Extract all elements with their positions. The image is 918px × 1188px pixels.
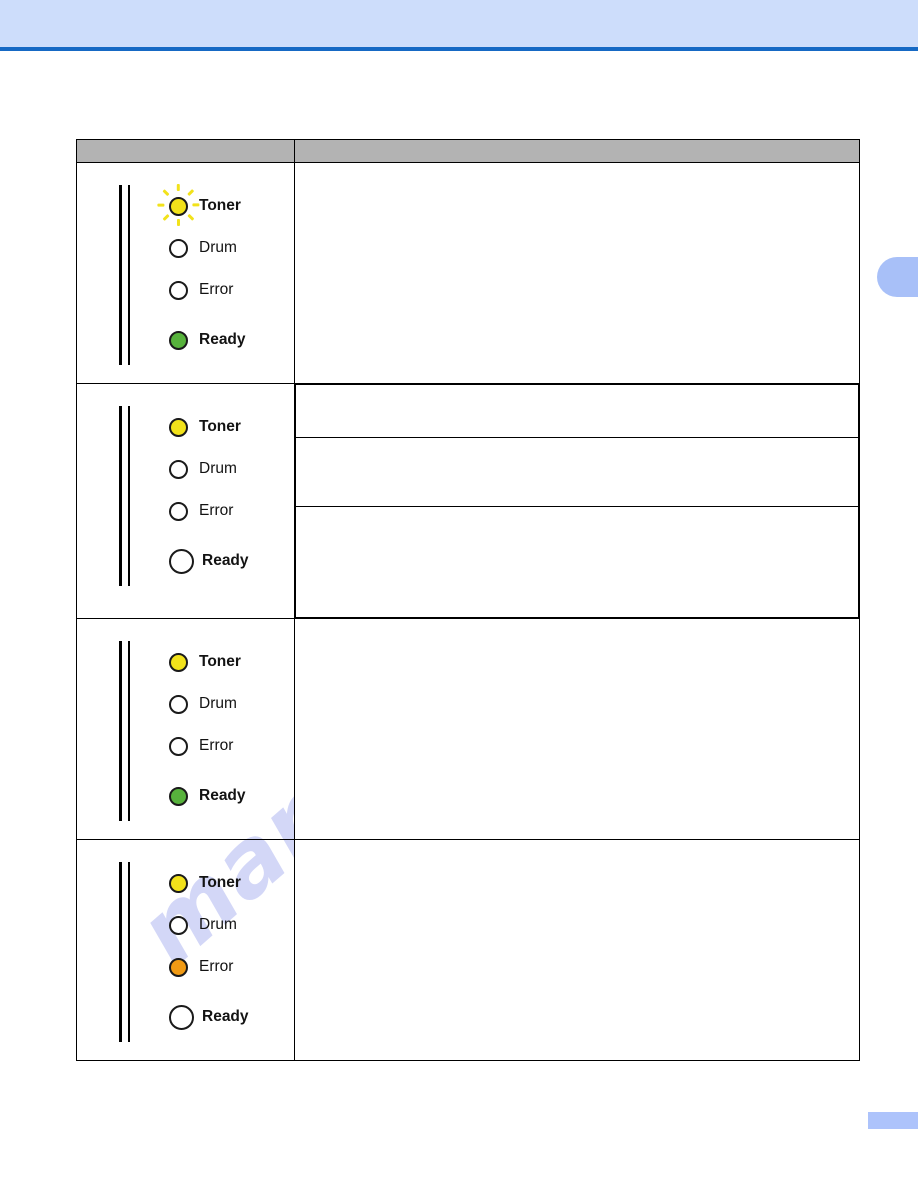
led-indicator-error-icon (169, 736, 188, 756)
panel-edge-outer-line (119, 862, 123, 1042)
led-label: Error (199, 958, 234, 976)
panel-edge-inner-line (128, 406, 130, 586)
description-subcell (295, 506, 859, 618)
printer-control-panel: Toner Drum Error Ready (77, 163, 294, 383)
description-cell (294, 618, 860, 840)
led-list: Toner Drum Error Ready (169, 406, 294, 582)
led-indicator-ready-icon (169, 1004, 194, 1030)
panel-edge-outer-line (119, 185, 123, 365)
led-label: Ready (202, 552, 249, 570)
led-indicator-toner-icon (157, 183, 200, 226)
led-indicator-drum-icon (169, 694, 188, 714)
led-status-table: Toner Drum Error Ready Toner Drum Error Ready To… (76, 139, 860, 1061)
page-header-rule (0, 47, 918, 51)
led-row-error: Error (169, 269, 294, 311)
table-row: Toner Drum Error Ready (76, 162, 860, 384)
description-subcell (295, 384, 859, 438)
printer-control-panel: Toner Drum Error Ready (77, 384, 294, 604)
led-label: Error (199, 737, 234, 755)
led-list: Toner Drum Error Ready (157, 183, 294, 361)
led-row-drum: Drum (169, 448, 294, 490)
table-header-cell-panel (76, 139, 295, 163)
led-row-error: Error (169, 490, 294, 532)
table-row: Toner Drum Error Ready (76, 618, 860, 840)
led-indicator-error-icon (169, 280, 188, 300)
table-header-cell-description (294, 139, 860, 163)
description-subcell (295, 437, 859, 507)
page-header-band (0, 0, 918, 47)
led-label: Drum (199, 239, 237, 257)
led-label: Drum (199, 460, 237, 478)
control-panel-cell: Toner Drum Error Ready (76, 162, 295, 384)
panel-edge-inner-line (128, 862, 130, 1042)
description-subrow (295, 437, 859, 507)
led-row-drum: Drum (169, 227, 294, 269)
led-label: Ready (199, 331, 246, 349)
led-indicator-toner-icon (169, 652, 188, 672)
description-subrow (295, 506, 859, 618)
led-row-toner: Toner (169, 862, 294, 904)
led-indicator-error-icon (169, 501, 188, 521)
led-list: Toner Drum Error Ready (169, 862, 294, 1038)
printer-control-panel: Toner Drum Error Ready (77, 840, 294, 1060)
led-label: Ready (199, 787, 246, 805)
table-row: Toner Drum Error Ready (76, 383, 860, 619)
led-row-ready: Ready (169, 775, 294, 817)
panel-edge-inner-line (128, 185, 130, 365)
control-panel-cell: Toner Drum Error Ready (76, 839, 295, 1061)
side-chapter-tab (877, 257, 918, 297)
panel-edge-inner-line (128, 641, 130, 821)
description-subtable (295, 384, 859, 618)
description-cell (294, 162, 860, 384)
led-label: Toner (199, 874, 241, 892)
led-label: Ready (202, 1008, 249, 1026)
led-label: Drum (199, 916, 237, 934)
led-label: Toner (199, 653, 241, 671)
description-cell (294, 383, 860, 619)
led-row-error: Error (169, 725, 294, 767)
led-indicator-ready-icon (169, 786, 188, 806)
panel-edge-outer-line (119, 641, 123, 821)
led-indicator-ready-icon (169, 548, 194, 574)
led-list: Toner Drum Error Ready (169, 641, 294, 817)
led-indicator-ready-icon (169, 330, 188, 350)
footer-page-marker (868, 1112, 918, 1129)
led-indicator-drum-icon (169, 915, 188, 935)
table-row: Toner Drum Error Ready (76, 839, 860, 1061)
led-indicator-drum-icon (169, 459, 188, 479)
led-row-error: Error (169, 946, 294, 988)
panel-edge-outer-line (119, 406, 123, 586)
led-indicator-error-icon (169, 957, 188, 977)
control-panel-cell: Toner Drum Error Ready (76, 383, 295, 619)
led-row-drum: Drum (169, 683, 294, 725)
led-label: Toner (199, 418, 241, 436)
led-row-toner: Toner (169, 641, 294, 683)
description-cell (294, 839, 860, 1061)
description-subrow (295, 384, 859, 438)
led-row-ready: Ready (169, 319, 294, 361)
led-indicator-drum-icon (169, 238, 188, 258)
led-label: Error (199, 281, 234, 299)
led-label: Toner (199, 197, 241, 215)
table-header-row (76, 139, 860, 163)
control-panel-cell: Toner Drum Error Ready (76, 618, 295, 840)
led-indicator-toner-icon (169, 873, 188, 893)
led-row-ready: Ready (169, 996, 294, 1038)
printer-control-panel: Toner Drum Error Ready (77, 619, 294, 839)
led-row-toner: Toner (157, 183, 294, 227)
led-row-drum: Drum (169, 904, 294, 946)
led-label: Drum (199, 695, 237, 713)
led-row-toner: Toner (169, 406, 294, 448)
led-indicator-toner-icon (169, 417, 188, 437)
led-row-ready: Ready (169, 540, 294, 582)
led-label: Error (199, 502, 234, 520)
